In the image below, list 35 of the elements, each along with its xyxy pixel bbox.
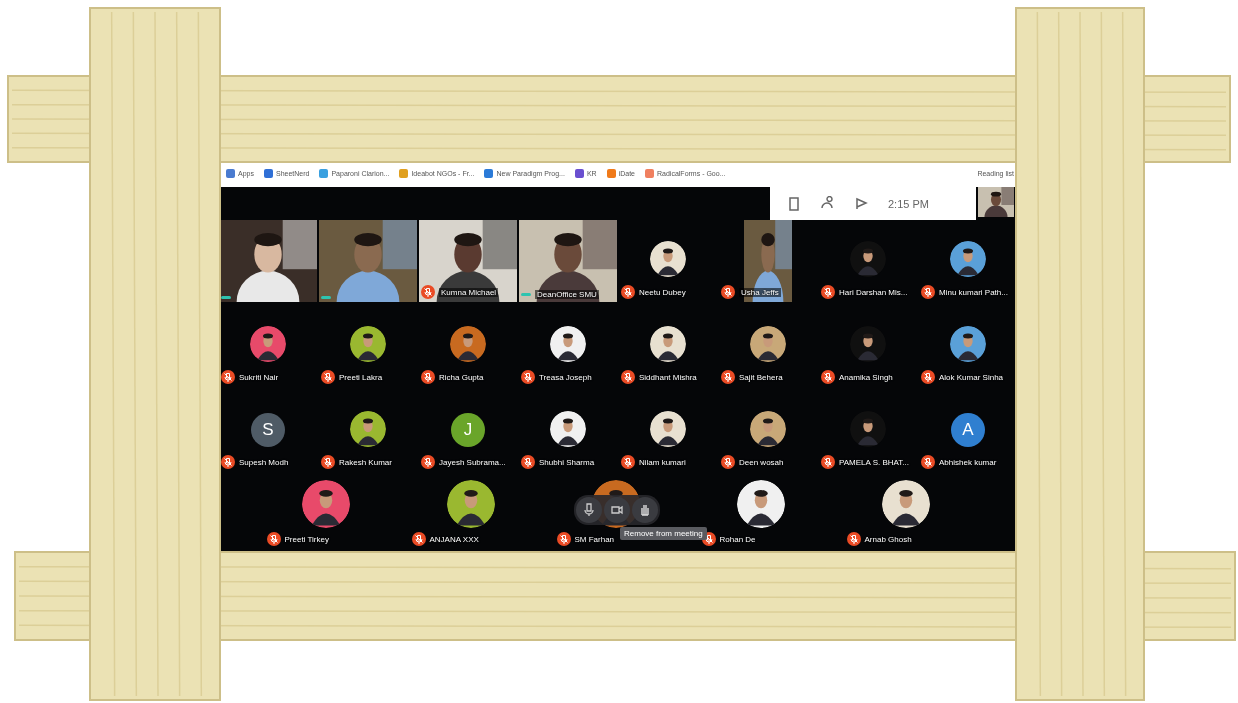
participant-name: Rakesh Kumar	[339, 457, 392, 467]
avatar-letter: A	[951, 413, 985, 447]
participant-name: Anamika Singh	[839, 372, 893, 382]
participant-name: Alok Kumar Sinha	[939, 372, 1004, 382]
mic-button[interactable]	[576, 497, 602, 523]
participant-name: ANJANA XXX	[429, 534, 479, 544]
participant-name: Sukriti Nair	[239, 372, 279, 382]
participant-name: Usha Jeffs	[739, 287, 781, 297]
avatar-letter: S	[251, 413, 285, 447]
participant-name: DeanOffice SMU	[535, 290, 599, 299]
participant-name: PAMELA S. BHAT...	[839, 457, 909, 467]
participant-name: Neetu Dubey	[639, 287, 686, 297]
participant-name: Abhishek kumar	[939, 457, 997, 467]
participant-name: Kumna Michael	[439, 287, 499, 297]
meeting-time: 2:15 PM	[888, 197, 929, 210]
camera-button[interactable]	[604, 497, 630, 523]
participant-name: Treasa Joseph	[539, 372, 592, 382]
participant-name: SM Farhan	[574, 534, 615, 544]
participant-name: Deen wosah	[739, 457, 784, 467]
participant-name: Arnab Ghosh	[864, 534, 912, 544]
participant-name: Shubhi Sharma	[539, 457, 595, 467]
participant-name: Jayesh Subrama...	[439, 457, 506, 467]
participant-name: Rohan De	[719, 534, 756, 544]
participant-name: Supesh Modh	[239, 457, 289, 467]
tooltip: Remove from meeting	[620, 527, 707, 540]
participant-name: Preeti Lakra	[339, 372, 383, 382]
participant-name: Richa Gupta	[439, 372, 484, 382]
participant-name: Preeti Tirkey	[284, 534, 329, 544]
document-icon	[786, 195, 802, 212]
participant-name: Nilam kumari	[639, 457, 686, 467]
participant-name: Minu kumari Path...	[939, 287, 1008, 297]
participant-name: Siddhant Mishra	[639, 372, 697, 382]
participant-name: Sajit Behera	[739, 372, 783, 382]
participant-name: Hari Darshan Mis...	[839, 287, 908, 297]
avatar-letter: J	[451, 413, 485, 447]
